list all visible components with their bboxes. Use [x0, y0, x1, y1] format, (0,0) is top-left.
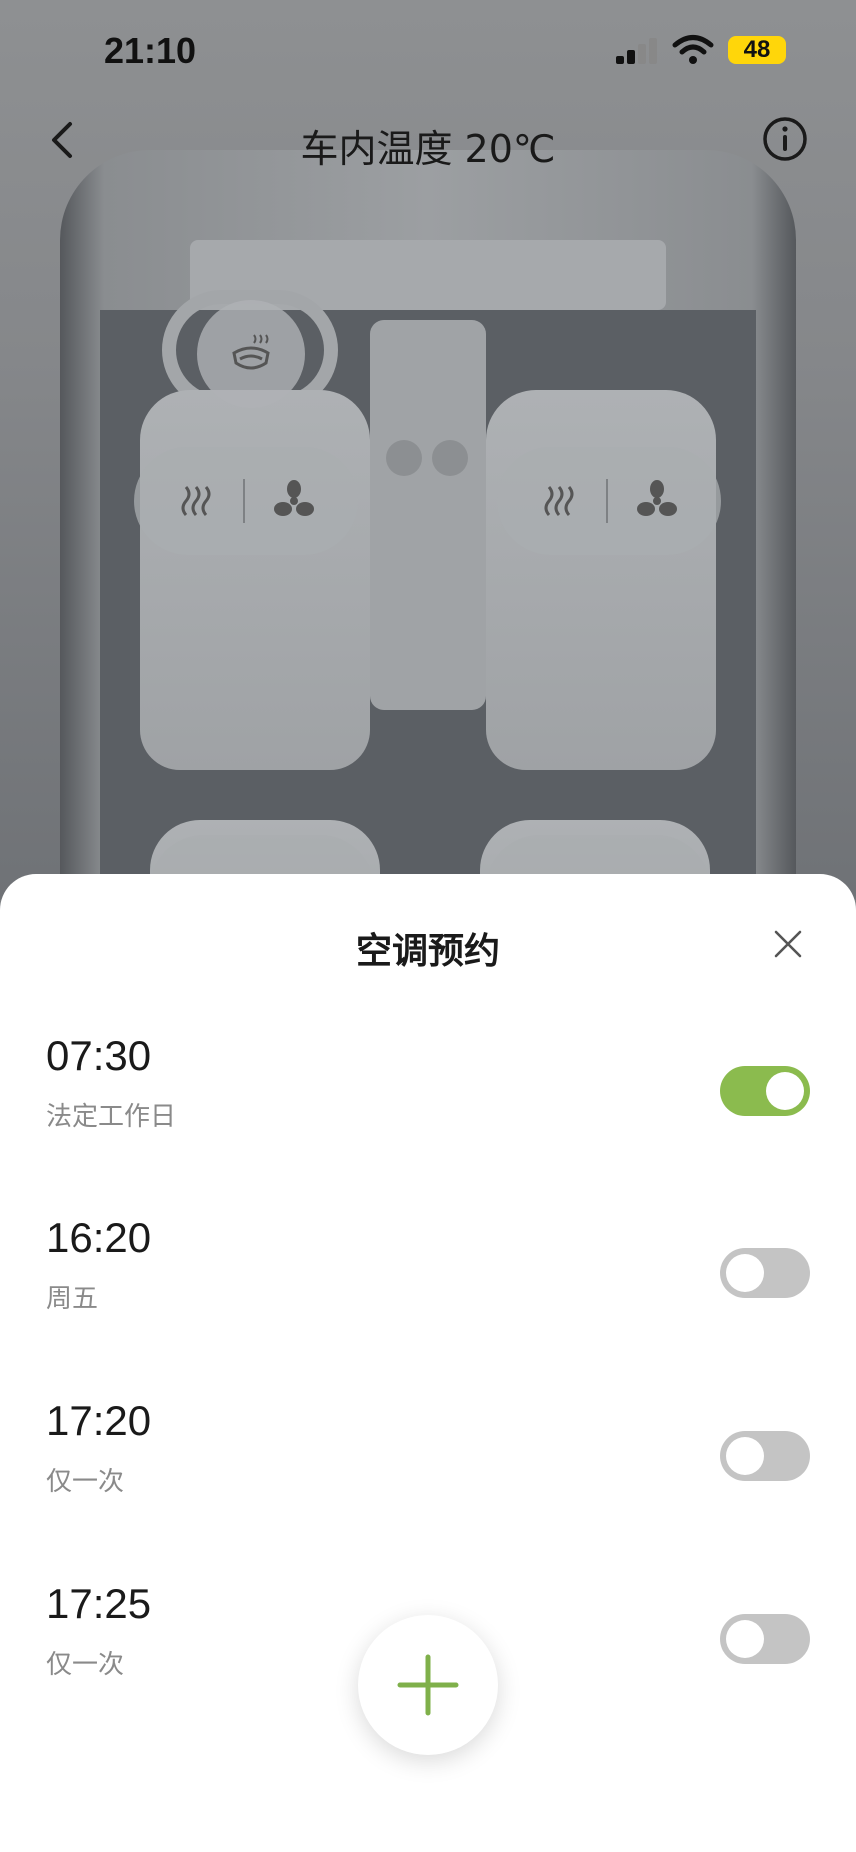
divider — [242, 479, 245, 523]
schedule-toggle[interactable] — [720, 1614, 810, 1664]
schedule-time: 07:30 — [46, 1032, 152, 1079]
schedule-toggle[interactable] — [720, 1431, 810, 1481]
seat-heat-icon[interactable] — [176, 481, 216, 521]
schedule-repeat: 周五 — [46, 1284, 99, 1314]
wifi-icon — [672, 35, 714, 64]
schedule-repeat: 仅一次 — [46, 1650, 125, 1680]
seat-fan-icon[interactable] — [272, 479, 316, 523]
center-console — [370, 320, 486, 710]
schedule-toggle[interactable] — [720, 1248, 810, 1298]
schedule-toggle[interactable] — [720, 1066, 810, 1116]
schedule-time: 16:20 — [46, 1214, 152, 1261]
nav-bar: 车内温度 20℃ — [0, 100, 856, 180]
schedule-item[interactable]: 07:30 法定工作日 — [0, 1032, 856, 1182]
seat-fan-icon[interactable] — [635, 479, 679, 523]
divider — [605, 479, 608, 523]
cellular-signal-icon — [616, 38, 657, 64]
close-icon[interactable] — [770, 926, 806, 962]
sheet-title: 空调预约 — [355, 931, 500, 972]
seat-heat-icon[interactable] — [539, 481, 579, 521]
schedule-time: 17:20 — [46, 1397, 152, 1444]
status-bar: 21:10 48 — [0, 0, 856, 100]
steering-heat-icon — [232, 334, 270, 370]
schedule-time: 17:25 — [46, 1580, 152, 1627]
schedule-repeat: 仅一次 — [46, 1467, 125, 1497]
schedule-item[interactable]: 17:20 仅一次 — [0, 1397, 856, 1547]
passenger-seat-controls — [497, 447, 721, 555]
status-time: 21:10 — [104, 30, 197, 71]
steering-heat-button[interactable] — [197, 300, 305, 408]
schedule-repeat: 法定工作日 — [46, 1102, 177, 1132]
add-schedule-button[interactable] — [358, 1615, 498, 1755]
battery-indicator: 48 — [728, 36, 786, 64]
plus-icon — [397, 1654, 459, 1716]
driver-seat-controls — [134, 447, 358, 555]
schedule-item[interactable]: 16:20 周五 — [0, 1214, 856, 1364]
page-title: 车内温度 20℃ — [300, 127, 556, 171]
info-icon[interactable] — [760, 114, 810, 164]
